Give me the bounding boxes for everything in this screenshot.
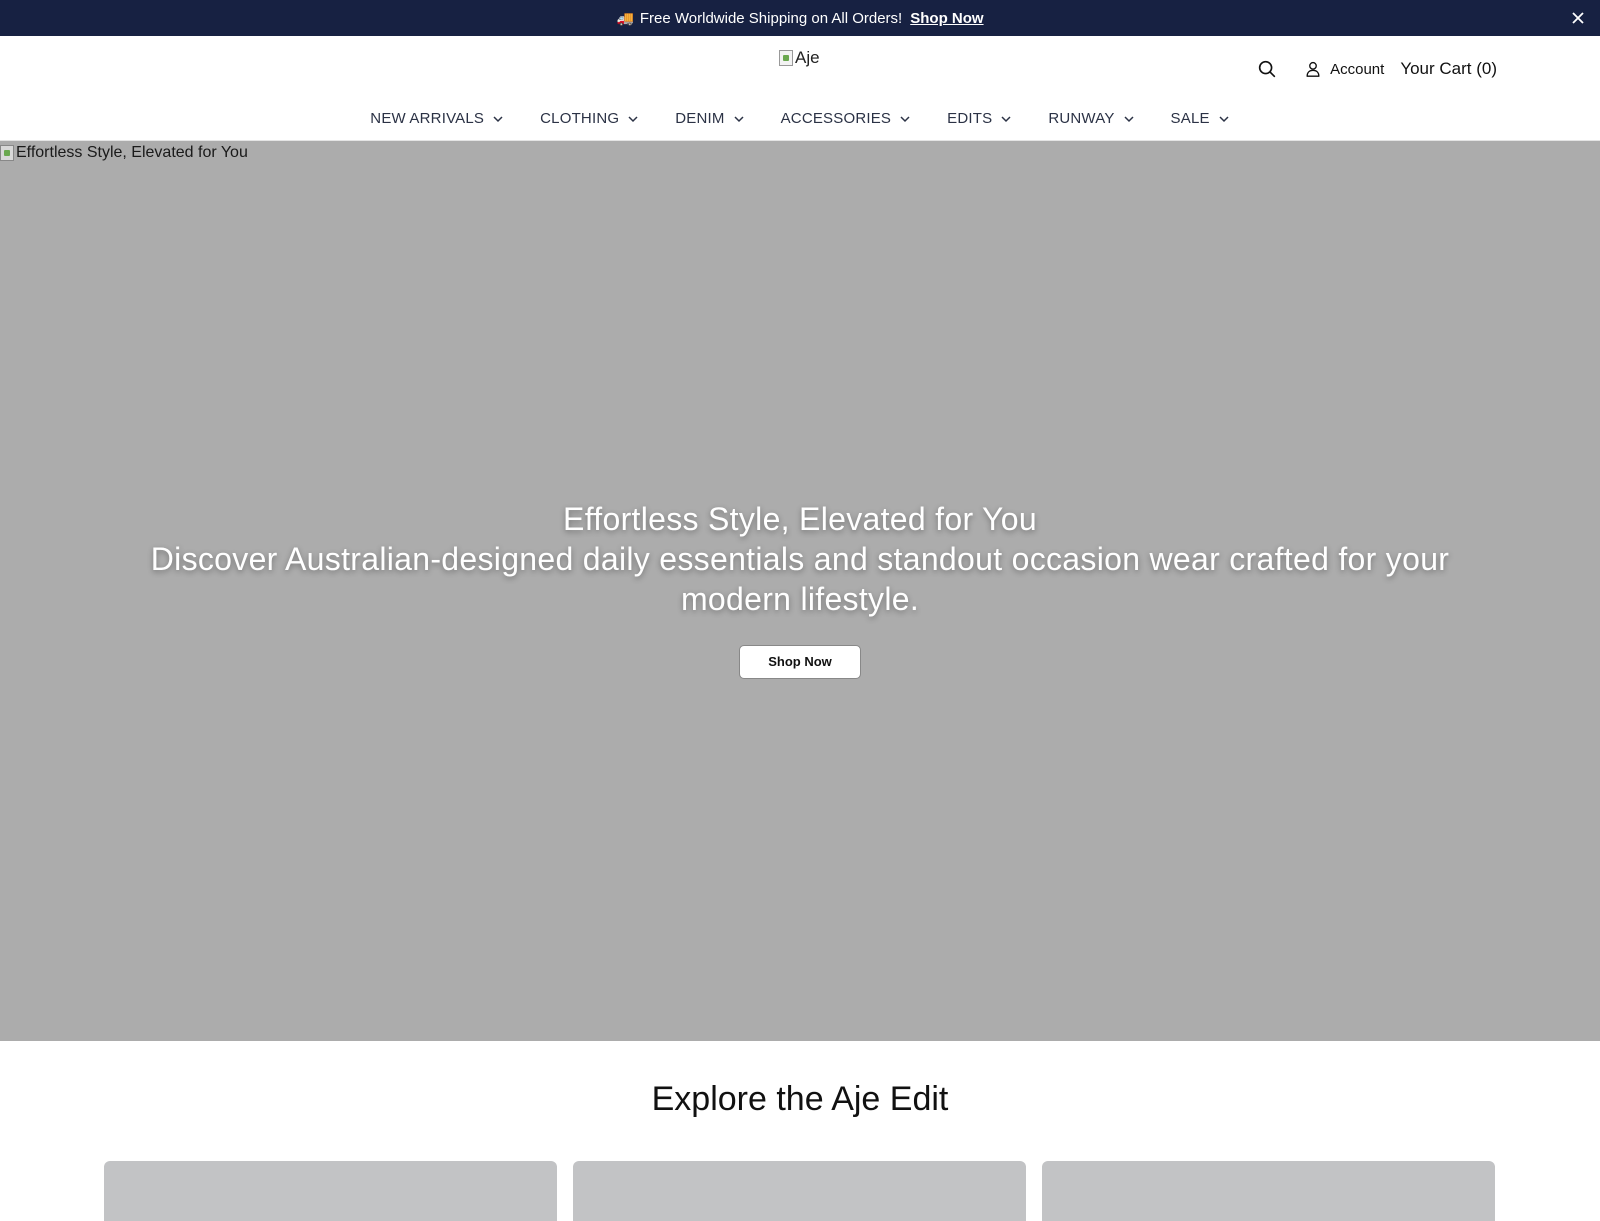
nav-item-clothing[interactable]: CLOTHING: [540, 110, 639, 127]
nav-item-new-arrivals[interactable]: NEW ARRIVALS: [370, 110, 504, 127]
nav-item-label: DENIM: [675, 110, 725, 127]
nav-item-sale[interactable]: SALE: [1171, 110, 1230, 127]
close-icon[interactable]: [1570, 10, 1586, 26]
site-header: Aje Account Your Cart (0) NEW ARRIVALS C…: [0, 36, 1600, 141]
account-link[interactable]: Account: [1304, 60, 1384, 78]
account-label: Account: [1330, 60, 1385, 78]
hero-image: Effortless Style, Elevated for You: [0, 144, 248, 162]
broken-image-icon: [779, 50, 793, 66]
chevron-down-icon: [900, 115, 910, 122]
broken-image-icon: [0, 145, 14, 161]
main-nav: NEW ARRIVALS CLOTHING DENIM ACCESSORIES …: [0, 110, 1600, 127]
cart-link[interactable]: Your Cart (0): [1400, 59, 1497, 79]
nav-item-runway[interactable]: RUNWAY: [1048, 110, 1134, 127]
hero-subtitle: Discover Australian-designed daily essen…: [150, 541, 1450, 617]
explore-card[interactable]: [104, 1161, 557, 1221]
nav-item-label: EDITS: [947, 110, 993, 127]
search-icon[interactable]: [1256, 58, 1278, 80]
announcement-text: Free Worldwide Shipping on All Orders!: [639, 9, 903, 27]
nav-item-label: ACCESSORIES: [780, 110, 892, 127]
nav-item-label: SALE: [1170, 110, 1210, 127]
nav-item-denim[interactable]: DENIM: [675, 110, 744, 127]
chevron-down-icon: [1124, 115, 1134, 122]
user-icon: [1306, 61, 1320, 77]
announcement-shop-now-link[interactable]: Shop Now: [910, 10, 983, 27]
hero-image-alt-text: Effortless Style, Elevated for You: [16, 144, 248, 161]
chevron-down-icon: [493, 115, 503, 122]
hero-content: Effortless Style, Elevated for You Disco…: [0, 499, 1600, 679]
truck-icon: 🚚: [616, 9, 634, 26]
chevron-down-icon: [628, 115, 638, 122]
chevron-down-icon: [1219, 115, 1229, 122]
nav-item-accessories[interactable]: ACCESSORIES: [781, 110, 912, 127]
explore-card[interactable]: [573, 1161, 1026, 1221]
hero-shop-now-button[interactable]: Shop Now: [739, 645, 861, 679]
logo-alt-text: Aje: [795, 48, 820, 67]
explore-card[interactable]: [1042, 1161, 1495, 1221]
explore-cards: [104, 1161, 1496, 1221]
section-title: Explore the Aje Edit: [651, 1080, 949, 1118]
logo[interactable]: Aje: [779, 48, 820, 68]
nav-item-edits[interactable]: EDITS: [947, 110, 1012, 127]
hero-title: Effortless Style, Elevated for You: [563, 501, 1037, 537]
announcement-bar: 🚚 Free Worldwide Shipping on All Orders!…: [0, 0, 1600, 36]
nav-item-label: CLOTHING: [540, 110, 620, 127]
chevron-down-icon: [1001, 115, 1011, 122]
nav-item-label: NEW ARRIVALS: [370, 110, 485, 127]
chevron-down-icon: [734, 115, 744, 122]
header-actions: Account Your Cart (0): [1256, 58, 1497, 80]
nav-item-label: RUNWAY: [1048, 110, 1115, 127]
hero-banner: Effortless Style, Elevated for You Effor…: [0, 141, 1600, 1041]
